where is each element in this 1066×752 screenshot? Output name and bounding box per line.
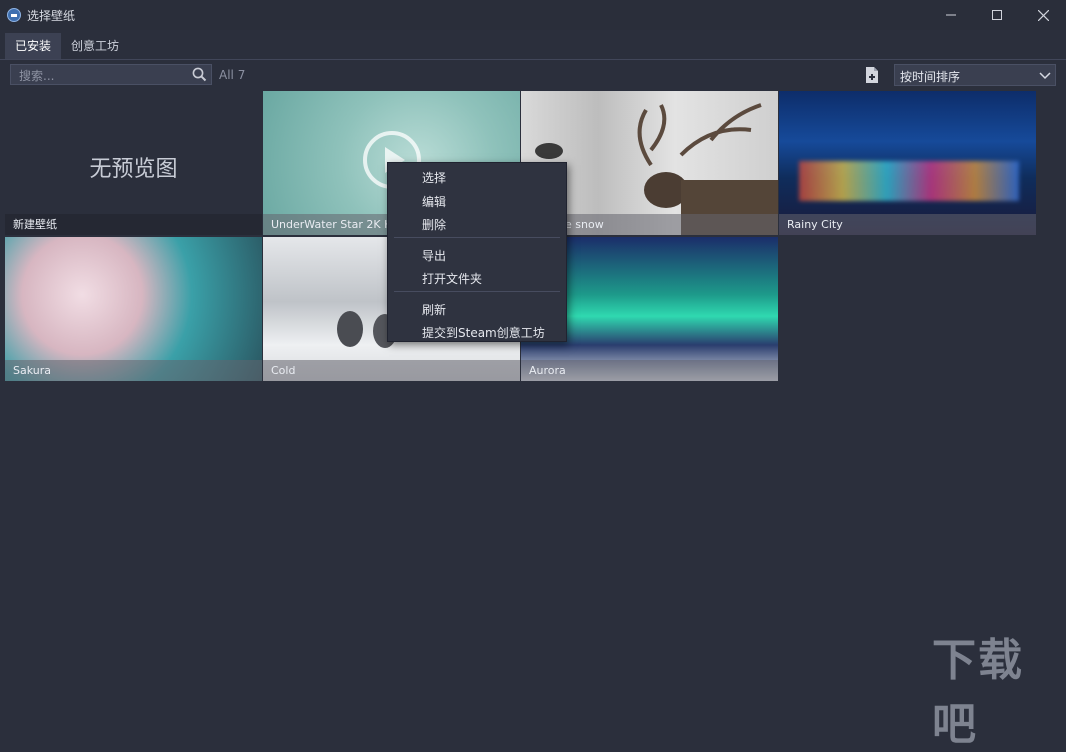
- tab-bar: 已安装 创意工坊: [0, 31, 1066, 60]
- menu-item-open-folder[interactable]: 打开文件夹: [422, 270, 482, 287]
- context-menu: 选择 编辑 删除 导出 打开文件夹 刷新 提交到Steam创意工坊: [387, 162, 567, 342]
- menu-item-delete[interactable]: 删除: [422, 216, 446, 233]
- maximize-button[interactable]: [974, 0, 1020, 30]
- close-button[interactable]: [1020, 0, 1066, 30]
- wallpaper-count: All 7: [219, 68, 246, 82]
- menu-item-select[interactable]: 选择: [422, 169, 446, 186]
- menu-item-edit[interactable]: 编辑: [422, 193, 446, 210]
- wallpaper-name: Aurora: [521, 360, 778, 381]
- wallpaper-tile[interactable]: Rainy City: [779, 91, 1036, 235]
- wallpaper-name: Rainy City: [779, 214, 1036, 235]
- wallpaper-name: Cold: [263, 360, 520, 381]
- app-icon: [7, 8, 21, 22]
- tab-workshop[interactable]: 创意工坊: [61, 33, 129, 59]
- wallpaper-name: Sakura: [5, 360, 262, 381]
- wallpaper-tile[interactable]: Sakura: [5, 237, 262, 381]
- menu-separator: [394, 237, 560, 238]
- close-icon: [1037, 9, 1049, 21]
- minimize-button[interactable]: [928, 0, 974, 30]
- window-controls: [928, 0, 1066, 30]
- wallpaper-tile[interactable]: 无预览图 新建壁纸: [5, 91, 262, 235]
- maximize-icon: [992, 10, 1002, 20]
- city-lights: [799, 161, 1019, 201]
- no-preview-label: 无预览图: [89, 157, 178, 182]
- title-bar: 选择壁纸: [0, 0, 1066, 30]
- add-file-icon[interactable]: [864, 66, 880, 84]
- search-box: [10, 64, 212, 86]
- window-title: 选择壁纸: [27, 8, 76, 23]
- wallpaper-name: 新建壁纸: [5, 214, 262, 235]
- tab-installed[interactable]: 已安装: [5, 33, 62, 59]
- menu-item-refresh[interactable]: 刷新: [422, 301, 446, 318]
- minimize-icon: [946, 14, 956, 16]
- watermark-logo: 下载吧: [932, 635, 1024, 750]
- chevron-down-icon: [1039, 72, 1051, 80]
- menu-separator: [394, 291, 560, 292]
- sort-dropdown[interactable]: 按时间排序: [894, 64, 1056, 86]
- menu-item-export[interactable]: 导出: [422, 247, 446, 264]
- menu-item-submit-steam[interactable]: 提交到Steam创意工坊: [422, 324, 545, 341]
- sort-selected: 按时间排序: [900, 70, 961, 84]
- search-icon[interactable]: [191, 66, 208, 83]
- search-input[interactable]: [11, 65, 191, 86]
